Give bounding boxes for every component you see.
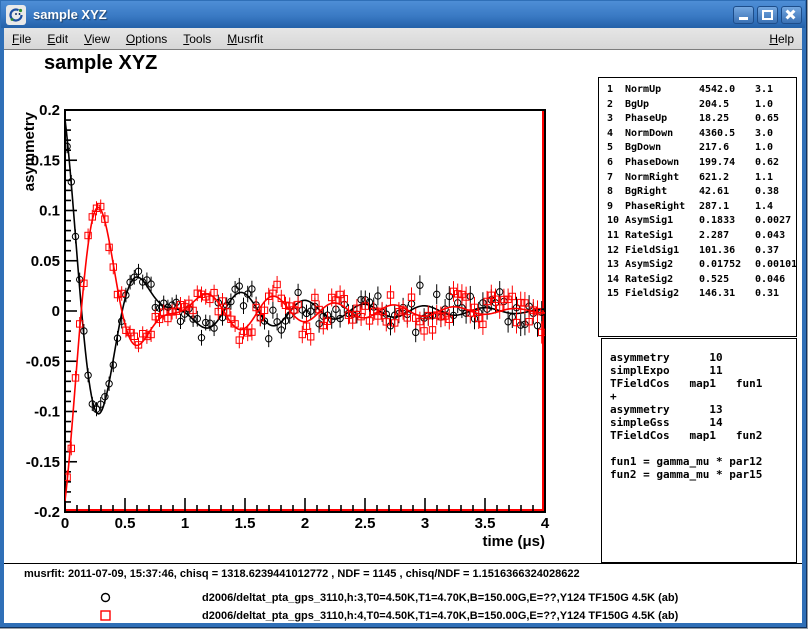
theory-line: TFieldCos map1 fun2 <box>610 429 796 442</box>
menu-item-options[interactable]: Options <box>118 30 175 48</box>
param-row: 1NormUp4542.03.1 <box>599 83 796 98</box>
theory-line: simpleGss 14 <box>610 416 796 429</box>
param-row: 7NormRight621.21.1 <box>599 171 796 186</box>
app-window: sample XYZ FileEditViewOptionsToolsMusrf… <box>0 0 806 627</box>
theory-line: asymmetry 13 <box>610 403 796 416</box>
param-row: 4NormDown4360.53.0 <box>599 127 796 142</box>
svg-text:1.5: 1.5 <box>235 515 256 532</box>
param-row: 14RateSig20.5250.046 <box>599 273 796 288</box>
window-title: sample XYZ <box>33 7 733 22</box>
theory-line: fun2 = gamma_mu * par15 <box>610 468 796 481</box>
svg-text:0.1: 0.1 <box>39 203 60 220</box>
root-canvas[interactable]: sample XYZ 00.511.522.533.540.20.150.10.… <box>4 50 802 623</box>
param-row: 5BgDown217.61.0 <box>599 141 796 156</box>
legend-dataset-label: d2006/deltat_pta_gps_3110,h:4,T0=4.50K,T… <box>202 610 678 622</box>
svg-text:asymmetry: asymmetry <box>21 111 38 191</box>
param-row: 2BgUp204.51.0 <box>599 98 796 113</box>
svg-text:0.05: 0.05 <box>31 253 60 270</box>
svg-text:-0.05: -0.05 <box>26 353 60 370</box>
svg-text:3: 3 <box>421 515 429 532</box>
svg-text:4: 4 <box>541 515 550 532</box>
fit-parameter-box: 1NormUp4542.03.12BgUp204.51.03PhaseUp18.… <box>598 77 797 337</box>
svg-text:3.5: 3.5 <box>475 515 496 532</box>
param-row: 11RateSig12.2870.043 <box>599 229 796 244</box>
minimize-button[interactable] <box>733 6 754 24</box>
param-row: 15FieldSig2146.310.31 <box>599 287 796 302</box>
menu-item-tools[interactable]: Tools <box>175 30 219 48</box>
svg-text:-0.15: -0.15 <box>26 454 60 471</box>
root-logo-icon <box>6 5 26 25</box>
menu-item-musrfit[interactable]: Musrfit <box>219 30 271 48</box>
theory-line: simplExpo 11 <box>610 364 796 377</box>
svg-text:0.5: 0.5 <box>115 515 136 532</box>
legend-dataset-label: d2006/deltat_pta_gps_3110,h:3,T0=4.50K,T… <box>202 592 678 604</box>
svg-text:2.5: 2.5 <box>355 515 376 532</box>
fit-statistics-line: musrfit: 2011-07-09, 15:37:46, chisq = 1… <box>24 568 580 580</box>
menu-item-view[interactable]: View <box>76 30 118 48</box>
svg-text:0: 0 <box>61 515 69 532</box>
maximize-button[interactable] <box>757 6 778 24</box>
svg-text:1: 1 <box>181 515 189 532</box>
param-row: 3PhaseUp18.250.65 <box>599 112 796 127</box>
menu-bar: FileEditViewOptionsToolsMusrfit Help <box>4 28 802 50</box>
svg-text:-0.1: -0.1 <box>34 404 60 421</box>
theory-line: + <box>610 390 796 403</box>
maximize-icon <box>762 10 773 20</box>
footer-divider <box>4 563 802 564</box>
theory-line: asymmetry 10 <box>610 351 796 364</box>
theory-box: asymmetry 10simplExpo 11TFieldCos map1 f… <box>601 338 797 563</box>
menu-item-edit[interactable]: Edit <box>39 30 76 48</box>
series-h4-down-data-and-fit <box>64 199 545 500</box>
theory-line: fun1 = gamma_mu * par12 <box>610 455 796 468</box>
legend-circle-marker-icon <box>98 590 113 605</box>
legend-square-marker-icon <box>98 608 113 623</box>
legend-row: d2006/deltat_pta_gps_3110,h:4,T0=4.50K,T… <box>4 608 802 623</box>
minimize-icon <box>739 17 748 20</box>
svg-text:time (μs): time (μs) <box>482 533 545 550</box>
svg-text:2: 2 <box>301 515 309 532</box>
series-h3-up-data-and-fit <box>64 119 545 416</box>
param-row: 13AsymSig20.017520.00101 <box>599 258 796 273</box>
close-button[interactable] <box>781 6 802 24</box>
param-row: 12FieldSig1101.360.37 <box>599 244 796 259</box>
param-row: 6PhaseDown199.740.62 <box>599 156 796 171</box>
legend-row: d2006/deltat_pta_gps_3110,h:3,T0=4.50K,T… <box>4 590 802 605</box>
svg-text:-0.2: -0.2 <box>34 504 60 521</box>
param-row: 9PhaseRight287.11.4 <box>599 200 796 215</box>
theory-line: TFieldCos map1 fun1 <box>610 377 796 390</box>
plot-svg[interactable]: 00.511.522.533.540.20.150.10.050-0.05-0.… <box>4 50 600 563</box>
title-bar: sample XYZ <box>1 1 805 28</box>
svg-text:0.2: 0.2 <box>39 102 60 119</box>
theory-line <box>610 442 796 455</box>
menu-item-file[interactable]: File <box>4 30 39 48</box>
param-row: 10AsymSig10.18330.0027 <box>599 214 796 229</box>
svg-text:0: 0 <box>52 303 60 320</box>
param-row: 8BgRight42.610.38 <box>599 185 796 200</box>
menu-item-help[interactable]: Help <box>761 30 802 48</box>
